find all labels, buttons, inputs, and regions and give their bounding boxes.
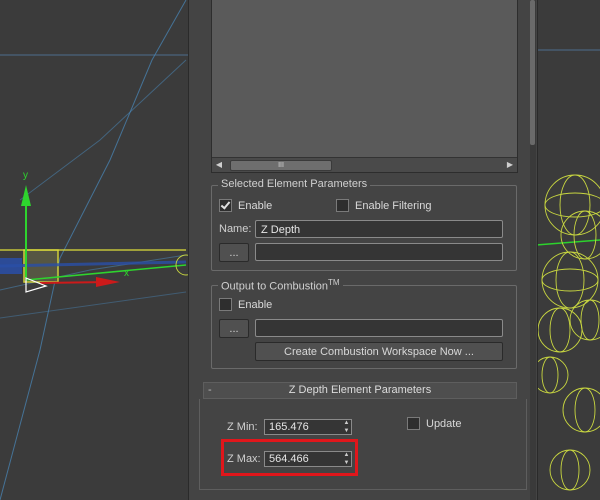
y-axis-label: y <box>23 170 28 181</box>
x-axis-label: x <box>124 268 129 279</box>
panel-scrollbar-thumb[interactable] <box>530 0 535 145</box>
enable-checkbox-row[interactable]: Enable <box>219 199 272 212</box>
zmin-label: Z Min: <box>227 421 258 433</box>
render-elements-list[interactable]: ◀ III ▶ <box>211 0 518 173</box>
combustion-browse-button[interactable]: ... <box>219 319 249 338</box>
zdepth-rollout-header[interactable]: - Z Depth Element Parameters <box>203 382 517 399</box>
list-horizontal-scrollbar[interactable]: ◀ III ▶ <box>212 157 517 172</box>
create-combustion-workspace-button[interactable]: Create Combustion Workspace Now ... <box>255 342 503 361</box>
render-elements-panel: ◀ III ▶ Selected Element Parameters Enab… <box>188 0 538 500</box>
update-label: Update <box>426 417 462 430</box>
combustion-enable-checkbox[interactable] <box>219 298 232 311</box>
update-checkbox-row[interactable]: Update <box>407 417 461 430</box>
scroll-thumb[interactable]: III <box>230 160 332 171</box>
enable-label: Enable <box>238 199 273 212</box>
enable-filtering-checkbox-row[interactable]: Enable Filtering <box>336 199 431 212</box>
combustion-path-field[interactable] <box>255 319 503 337</box>
name-label: Name: <box>219 223 252 235</box>
enable-filtering-label: Enable Filtering <box>355 199 432 212</box>
element-browse-button[interactable]: ... <box>219 243 249 262</box>
zmax-highlight-box <box>221 439 358 476</box>
combustion-enable-row[interactable]: Enable <box>219 298 272 311</box>
combustion-enable-label: Enable <box>238 298 273 311</box>
collapse-icon[interactable]: - <box>208 383 212 398</box>
spinner-down-icon[interactable]: ▼ <box>342 427 351 435</box>
zdepth-rollout-title: Z Depth Element Parameters <box>288 384 432 396</box>
zmin-spinner-arrows[interactable]: ▲ ▼ <box>342 419 351 435</box>
element-name-field[interactable]: Z Depth <box>255 220 503 238</box>
zmin-spinner-field[interactable]: 165.476 <box>264 419 352 435</box>
update-checkbox[interactable] <box>407 417 420 430</box>
spinner-up-icon[interactable]: ▲ <box>342 419 351 427</box>
selected-element-legend: Selected Element Parameters <box>218 178 371 190</box>
left-arrow-icon[interactable]: ◀ <box>212 158 226 172</box>
enable-checkbox[interactable] <box>219 199 232 212</box>
element-path-field[interactable] <box>255 243 503 261</box>
combustion-legend: Output to CombustionTM <box>218 278 343 293</box>
trademark-mark: TM <box>328 278 340 287</box>
enable-filtering-checkbox[interactable] <box>336 199 349 212</box>
right-arrow-icon[interactable]: ▶ <box>503 158 517 172</box>
